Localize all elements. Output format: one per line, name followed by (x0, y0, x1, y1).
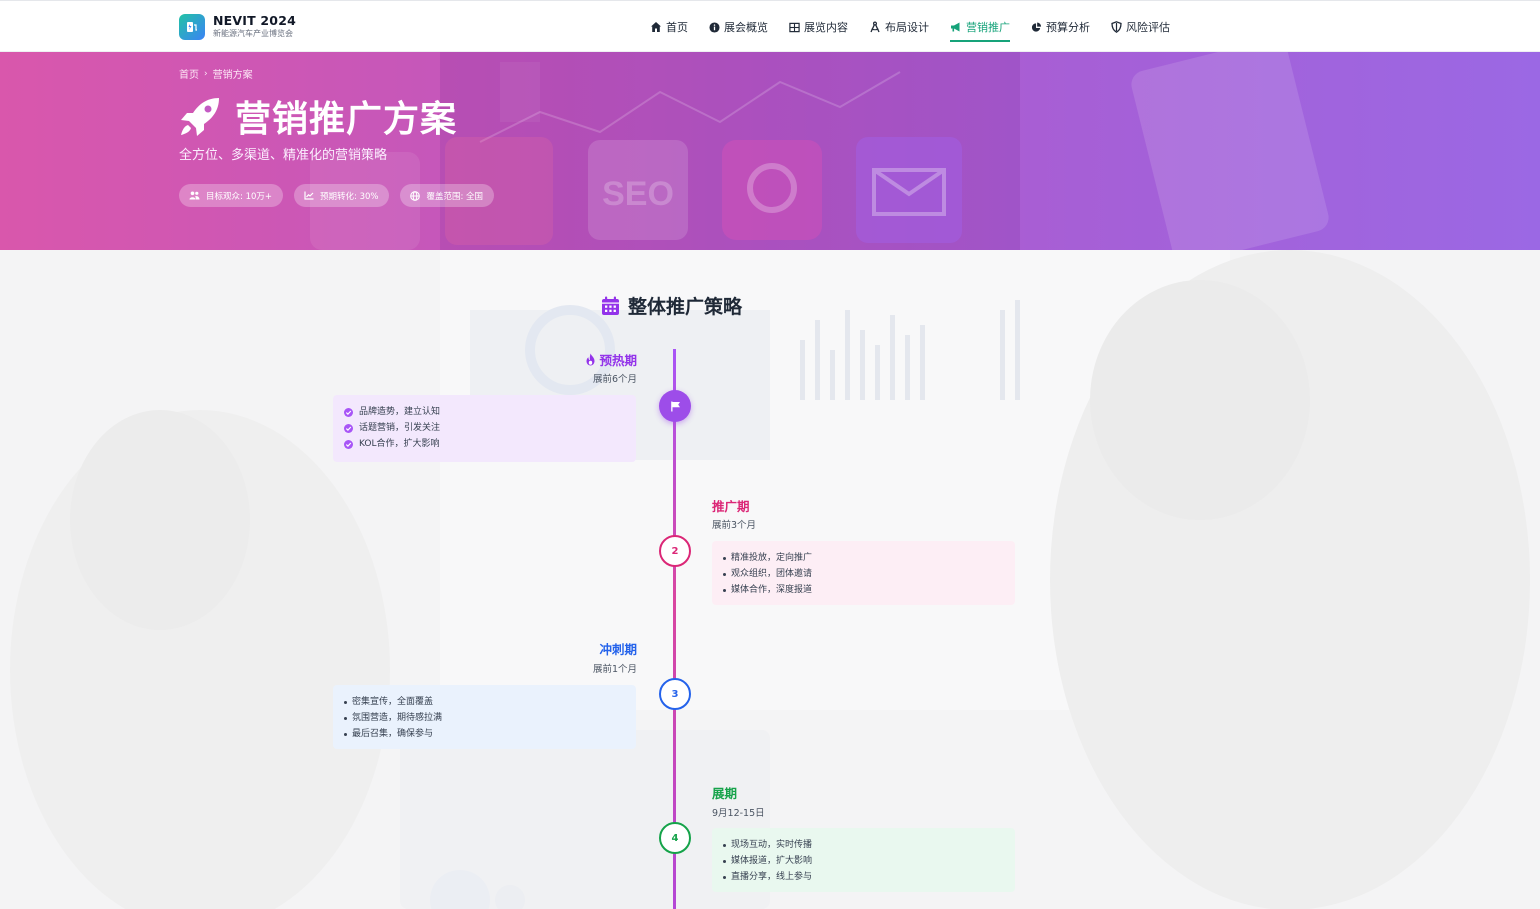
phase-3-node: 3 (659, 678, 691, 710)
list-item: 观众组织，团体邀请 (723, 566, 1004, 582)
list-item: 媒体报道，扩大影响 (723, 853, 1004, 869)
shield-icon (1111, 21, 1122, 33)
nav-item-marketing[interactable]: 营销推广 (950, 1, 1010, 53)
stat-chip-conversion: 预期转化: 30% (294, 184, 390, 207)
list-item: 品牌造势，建立认知 (344, 404, 625, 420)
list-item: 直播分享，线上参与 (723, 869, 1004, 885)
list-item: 媒体合作，深度报道 (723, 582, 1004, 598)
brand[interactable]: NEVIT 2024 新能源汽车产业博览会 (179, 14, 296, 40)
list-item-text: 精准投放，定向推广 (731, 553, 813, 563)
phase-4-title: 展期 (712, 786, 738, 801)
list-item: 氛围营造，期待感拉满 (344, 710, 625, 726)
ev-charger-logo-icon (179, 14, 205, 40)
list-item-text: 最后召集，确保参与 (352, 729, 434, 739)
chevron-right-icon: › (204, 68, 208, 79)
hero-stats: 目标观众: 10万+ 预期转化: 30% 覆盖范围: 全国 (179, 184, 505, 207)
phase-2-node: 2 (659, 535, 691, 567)
list-item-text: KOL合作，扩大影响 (359, 439, 440, 449)
list-item-text: 直播分享，线上参与 (731, 872, 813, 882)
nav-label: 展览内容 (804, 21, 848, 34)
phase-3-card: 密集宣传，全面覆盖 氛围营造，期待感拉满 最后召集，确保参与 (333, 685, 636, 749)
nav-item-risk[interactable]: 风险评估 (1111, 1, 1170, 53)
hero-banner: SEO 首页 › 营销方案 营销推广方案 全方位、多渠道、精准化的营销策略 目标… (0, 52, 1540, 250)
top-navbar: NEVIT 2024 新能源汽车产业博览会 首页 展会概览 展览内容 布局设计 … (0, 0, 1540, 52)
breadcrumb-current: 营销方案 (212, 70, 253, 81)
section-title: 整体推广策略 (628, 296, 743, 318)
grid-icon (789, 22, 800, 32)
phase-1-time: 展前6个月 (592, 374, 637, 385)
list-item: 精准投放，定向推广 (723, 550, 1004, 566)
list-item: 密集宣传，全面覆盖 (344, 694, 625, 710)
phase-name: 预热期 (599, 353, 637, 368)
pie-icon (1031, 21, 1042, 32)
nav-item-home[interactable]: 首页 (650, 1, 688, 53)
strategy-section-header: 整体推广策略 (601, 292, 742, 319)
list-item: KOL合作，扩大影响 (344, 436, 625, 452)
stat-chip-audience: 目标观众: 10万+ (179, 184, 284, 207)
nav-label: 布局设计 (885, 21, 929, 34)
check-circle-icon (344, 439, 353, 449)
breadcrumb-home[interactable]: 首页 (179, 66, 199, 81)
globe-icon (410, 190, 421, 201)
list-item: 现场互动，实时传播 (723, 837, 1004, 853)
list-item-text: 话题营销，引发关注 (359, 423, 441, 433)
stat-chip-coverage: 覆盖范围: 全国 (400, 184, 495, 207)
phase-1-node (659, 390, 691, 422)
compass-icon (870, 21, 880, 33)
brand-title: NEVIT 2024 (213, 13, 296, 28)
stat-label: 覆盖范围: 全国 (426, 191, 484, 202)
phase-1-title: 预热期 (537, 350, 637, 369)
stat-label: 预期转化: 30% (320, 191, 379, 202)
brand-subtitle: 新能源汽车产业博览会 (213, 29, 293, 38)
calendar-icon (602, 296, 619, 315)
phase-3-time: 展前1个月 (592, 664, 637, 675)
info-icon (709, 21, 720, 33)
nav-label: 预算分析 (1046, 21, 1090, 34)
main-nav: 首页 展会概览 展览内容 布局设计 营销推广 预算分析 风险评估 (650, 1, 1191, 53)
list-item-text: 品牌造势，建立认知 (359, 407, 441, 417)
nav-item-exhibits[interactable]: 展览内容 (789, 1, 848, 53)
megaphone-icon (951, 22, 960, 32)
list-item-text: 媒体报道，扩大影响 (731, 856, 813, 866)
chart-line-icon (304, 191, 314, 200)
seo-watermark: SEO (602, 175, 674, 213)
users-icon (189, 191, 200, 200)
nav-item-overview[interactable]: 展会概览 (709, 1, 768, 53)
nav-item-budget[interactable]: 预算分析 (1031, 1, 1090, 53)
phase-2-time: 展前3个月 (712, 520, 757, 531)
breadcrumb: 首页 › 营销方案 (179, 66, 253, 82)
stat-label: 目标观众: 10万+ (206, 191, 273, 202)
list-item-text: 现场互动，实时传播 (731, 840, 813, 850)
phase-4-time: 9月12-15日 (712, 808, 765, 819)
nav-label: 风险评估 (1126, 21, 1170, 34)
check-circle-icon (344, 407, 353, 417)
page-title: 营销推广方案 (235, 99, 458, 140)
check-circle-icon (344, 423, 353, 433)
rocket-icon (181, 98, 219, 136)
list-item-text: 氛围营造，期待感拉满 (352, 713, 443, 723)
phase-1-card: 品牌造势，建立认知 话题营销，引发关注 KOL合作，扩大影响 (333, 395, 636, 462)
nav-label: 展会概览 (724, 21, 768, 34)
phase-4-node: 4 (659, 822, 691, 854)
home-icon (651, 22, 661, 32)
nav-item-layout[interactable]: 布局设计 (869, 1, 929, 53)
nav-label: 首页 (666, 21, 688, 34)
nav-label: 营销推广 (966, 21, 1010, 34)
fire-icon (586, 353, 595, 366)
list-item-text: 观众组织，团体邀请 (731, 569, 813, 579)
phase-3-title: 冲刺期 (599, 642, 637, 657)
flag-icon (670, 401, 680, 411)
list-item-text: 密集宣传，全面覆盖 (352, 697, 434, 707)
list-item-text: 媒体合作，深度报道 (731, 585, 813, 595)
phase-4-card: 现场互动，实时传播 媒体报道，扩大影响 直播分享，线上参与 (712, 828, 1015, 892)
phase-2-card: 精准投放，定向推广 观众组织，团体邀请 媒体合作，深度报道 (712, 541, 1015, 605)
list-item: 话题营销，引发关注 (344, 420, 625, 436)
phase-2-title: 推广期 (712, 499, 750, 514)
page-subtitle: 全方位、多渠道、精准化的营销策略 (179, 148, 388, 163)
list-item: 最后召集，确保参与 (344, 726, 625, 742)
